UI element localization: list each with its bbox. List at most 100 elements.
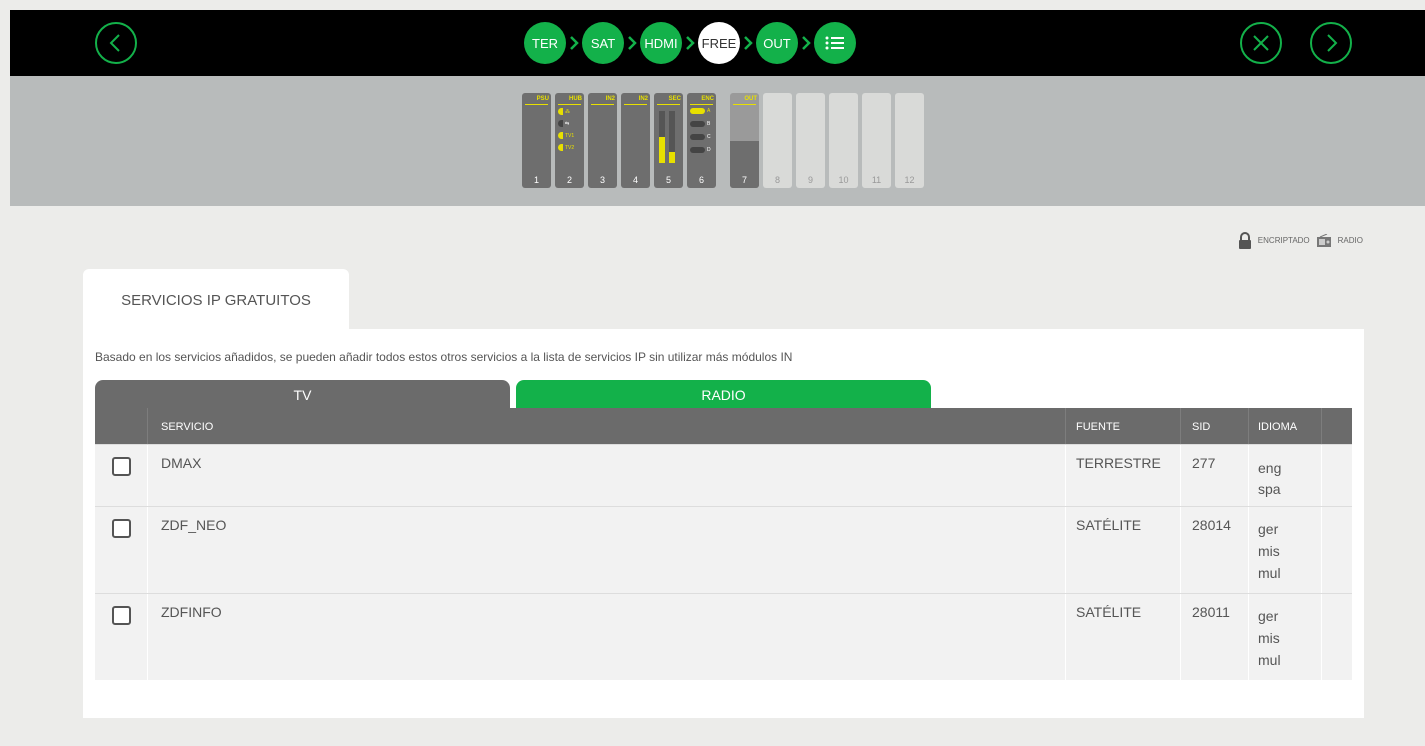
encoder-channel-label: A <box>707 108 711 114</box>
table-row[interactable]: DMAX TERRESTRE 277 eng spa <box>95 444 1352 506</box>
close-button[interactable] <box>1240 22 1282 64</box>
step-free[interactable]: FREE <box>698 22 740 64</box>
slot-number: 7 <box>741 175 747 185</box>
chevron-right-icon <box>566 22 582 64</box>
slot-number: 8 <box>774 175 780 185</box>
service-name: ZDF_NEO <box>161 517 227 533</box>
column-header-service[interactable]: SERVICIO <box>161 421 213 433</box>
chevron-right-icon <box>798 22 814 64</box>
chevron-left-icon <box>109 34 120 52</box>
panel-description: Basado en los servicios añadidos, se pue… <box>95 350 793 364</box>
step-sat[interactable]: SAT <box>582 22 624 64</box>
module-slot-7[interactable]: OUT 7 <box>730 93 759 188</box>
legend: ENCRIPTADO RADIO <box>1238 232 1363 249</box>
back-button[interactable] <box>95 22 137 64</box>
row-checkbox[interactable] <box>112 606 131 625</box>
chevron-right-icon <box>624 22 640 64</box>
service-sid: 277 <box>1192 455 1216 471</box>
row-checkbox[interactable] <box>112 457 131 476</box>
tab-label: SERVICIOS IP GRATUITOS <box>121 291 311 309</box>
slot-number: 1 <box>533 175 539 185</box>
subtab-tv[interactable]: TV <box>95 380 510 410</box>
module-label: PSU <box>536 96 549 102</box>
slot-number: 12 <box>904 175 915 185</box>
module-slot-11[interactable]: 11 <box>862 93 891 188</box>
legend-radio: RADIO <box>1337 236 1363 245</box>
list-icon <box>825 36 844 50</box>
step-ter[interactable]: TER <box>524 22 566 64</box>
table-row[interactable]: ZDFINFO SATÉLITE 28011 ger mis mul <box>95 593 1352 680</box>
slot-number: 5 <box>665 175 671 185</box>
level-bar <box>659 137 665 163</box>
encoder-channel-label: B <box>707 121 711 127</box>
next-button[interactable] <box>1310 22 1352 64</box>
module-slot-8[interactable]: 8 <box>763 93 792 188</box>
service-source: SATÉLITE <box>1076 517 1142 533</box>
service-language: spa <box>1258 481 1281 497</box>
top-navigation-bar: TER SAT HDMI FREE OUT <box>10 10 1425 76</box>
wizard-steps: TER SAT HDMI FREE OUT <box>524 22 856 64</box>
subtab-label: RADIO <box>701 387 746 403</box>
encoder-channel-label: D <box>707 147 711 153</box>
module-slot-4[interactable]: IN2 4 <box>621 93 650 188</box>
module-slot-3[interactable]: IN2 3 <box>588 93 617 188</box>
hub-output-label: TV1 <box>565 132 575 139</box>
service-language: mis <box>1258 543 1280 559</box>
module-slot-2[interactable]: HUB ⁂ ⇆ TV1 TV2 2 <box>555 93 584 188</box>
table-row[interactable]: ZDF_NEO SATÉLITE 28014 ger mis mul <box>95 506 1352 593</box>
service-language: mis <box>1258 630 1280 646</box>
lock-icon <box>1238 232 1251 249</box>
slot-number: 2 <box>566 175 572 185</box>
column-header-language[interactable]: IDIOMA <box>1258 421 1297 433</box>
service-source: SATÉLITE <box>1076 604 1142 620</box>
close-icon <box>1253 35 1269 51</box>
level-bar <box>669 152 675 163</box>
service-sid: 28011 <box>1192 604 1230 620</box>
module-rack: PSU 1 HUB ⁂ ⇆ TV1 TV2 2 IN2 3 IN2 4 SEC … <box>10 76 1425 206</box>
slot-number: 11 <box>871 175 882 185</box>
chevron-right-icon <box>682 22 698 64</box>
service-language: mul <box>1258 652 1281 668</box>
column-header-sid[interactable]: SID <box>1192 421 1210 433</box>
chevron-right-icon <box>740 22 756 64</box>
slot-number: 3 <box>599 175 605 185</box>
module-slot-1[interactable]: PSU 1 <box>522 93 551 188</box>
service-language: ger <box>1258 608 1279 624</box>
hub-output-label: TV2 <box>565 144 575 151</box>
encoder-channel-label: C <box>707 134 711 140</box>
subtab-radio[interactable]: RADIO <box>516 380 931 410</box>
step-summary[interactable] <box>814 22 856 64</box>
service-name: ZDFINFO <box>161 604 222 620</box>
tab-free-ip-services[interactable]: SERVICIOS IP GRATUITOS <box>83 269 349 331</box>
module-label: SEC <box>668 96 681 102</box>
step-out[interactable]: OUT <box>756 22 798 64</box>
module-slot-5[interactable]: SEC 5 <box>654 93 683 188</box>
table-header: SERVICIO FUENTE SID IDIOMA <box>95 408 1352 444</box>
module-slot-9[interactable]: 9 <box>796 93 825 188</box>
service-language: eng <box>1258 460 1282 476</box>
module-label: IN2 <box>638 96 648 102</box>
service-language: ger <box>1258 521 1279 537</box>
slot-number: 10 <box>838 175 849 185</box>
module-label: ENC <box>701 96 714 102</box>
step-hdmi[interactable]: HDMI <box>640 22 682 64</box>
module-label: HUB <box>569 96 582 102</box>
service-language: mul <box>1258 565 1281 581</box>
module-slot-6[interactable]: ENC A B C D 6 <box>687 93 716 188</box>
module-label: OUT <box>744 96 757 102</box>
services-panel: Basado en los servicios añadidos, se pue… <box>83 329 1364 718</box>
slot-number: 9 <box>807 175 813 185</box>
service-source: TERRESTRE <box>1076 455 1161 471</box>
module-slot-12[interactable]: 12 <box>895 93 924 188</box>
module-slot-10[interactable]: 10 <box>829 93 858 188</box>
legend-encrypted: ENCRIPTADO <box>1257 236 1310 245</box>
slot-number: 6 <box>698 175 704 185</box>
service-sid: 28014 <box>1192 517 1231 533</box>
slot-number: 4 <box>632 175 638 185</box>
module-label: IN2 <box>605 96 615 102</box>
row-checkbox[interactable] <box>112 519 131 538</box>
subtab-label: TV <box>293 387 312 403</box>
service-name: DMAX <box>161 455 202 471</box>
column-header-source[interactable]: FUENTE <box>1076 421 1120 433</box>
radio-icon <box>1316 233 1331 247</box>
